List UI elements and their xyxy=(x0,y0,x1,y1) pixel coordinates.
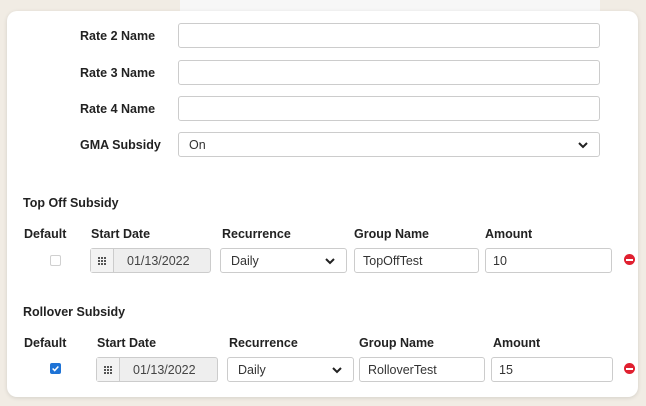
settings-card: Rate 2 Name Rate 3 Name Rate 4 Name GMA … xyxy=(7,11,638,397)
top-off-recurrence-value: Daily xyxy=(231,254,259,268)
rollover-start-date-field[interactable]: 01/13/2022 xyxy=(96,357,218,382)
top-off-group-name-header: Group Name xyxy=(354,227,430,241)
rate-2-input[interactable] xyxy=(178,23,600,48)
rollover-remove-icon[interactable] xyxy=(624,363,635,374)
rollover-amount-value: 15 xyxy=(499,363,513,377)
rollover-group-name-input[interactable]: RolloverTest xyxy=(359,357,485,382)
rollover-title: Rollover Subsidy xyxy=(23,305,126,319)
rate-4-input[interactable] xyxy=(178,96,600,121)
gma-subsidy-label: GMA Subsidy xyxy=(80,138,161,152)
rollover-group-name-header: Group Name xyxy=(359,336,435,350)
calendar-icon[interactable] xyxy=(97,358,120,381)
rollover-start-date-value: 01/13/2022 xyxy=(133,363,196,377)
chevron-down-icon xyxy=(325,258,335,265)
top-off-remove-icon[interactable] xyxy=(624,254,635,265)
rollover-amount-header: Amount xyxy=(493,336,541,350)
top-off-title: Top Off Subsidy xyxy=(23,196,119,210)
rate-4-label: Rate 4 Name xyxy=(80,102,156,116)
top-off-start-date-header: Start Date xyxy=(91,227,151,241)
rollover-start-date-header: Start Date xyxy=(97,336,157,350)
top-off-amount-input[interactable]: 10 xyxy=(485,248,612,273)
top-off-default-checkbox[interactable] xyxy=(50,255,61,266)
top-off-group-name-input[interactable]: TopOffTest xyxy=(354,248,479,273)
rollover-recurrence-header: Recurrence xyxy=(229,336,298,350)
calendar-icon[interactable] xyxy=(91,249,114,272)
top-off-recurrence-select[interactable]: Daily xyxy=(220,248,347,273)
top-off-group-name-value: TopOffTest xyxy=(363,254,423,268)
rollover-default-header: Default xyxy=(24,336,67,350)
rollover-amount-input[interactable]: 15 xyxy=(491,357,613,382)
top-off-amount-header: Amount xyxy=(485,227,533,241)
top-off-recurrence-header: Recurrence xyxy=(222,227,291,241)
chevron-down-icon xyxy=(332,367,342,374)
rollover-group-name-value: RolloverTest xyxy=(368,363,437,377)
rollover-recurrence-value: Daily xyxy=(238,363,266,377)
rate-2-label: Rate 2 Name xyxy=(80,29,156,43)
top-off-start-date-field[interactable]: 01/13/2022 xyxy=(90,248,211,273)
chevron-down-icon xyxy=(578,142,588,149)
rollover-default-checkbox[interactable] xyxy=(50,363,61,374)
rollover-recurrence-select[interactable]: Daily xyxy=(227,357,354,382)
gma-subsidy-select[interactable]: On xyxy=(178,132,600,157)
top-off-start-date-value: 01/13/2022 xyxy=(127,254,190,268)
top-off-amount-value: 10 xyxy=(493,254,507,268)
top-off-default-header: Default xyxy=(24,227,67,241)
rate-3-input[interactable] xyxy=(178,60,600,85)
gma-subsidy-value: On xyxy=(189,138,206,152)
rate-3-label: Rate 3 Name xyxy=(80,66,156,80)
